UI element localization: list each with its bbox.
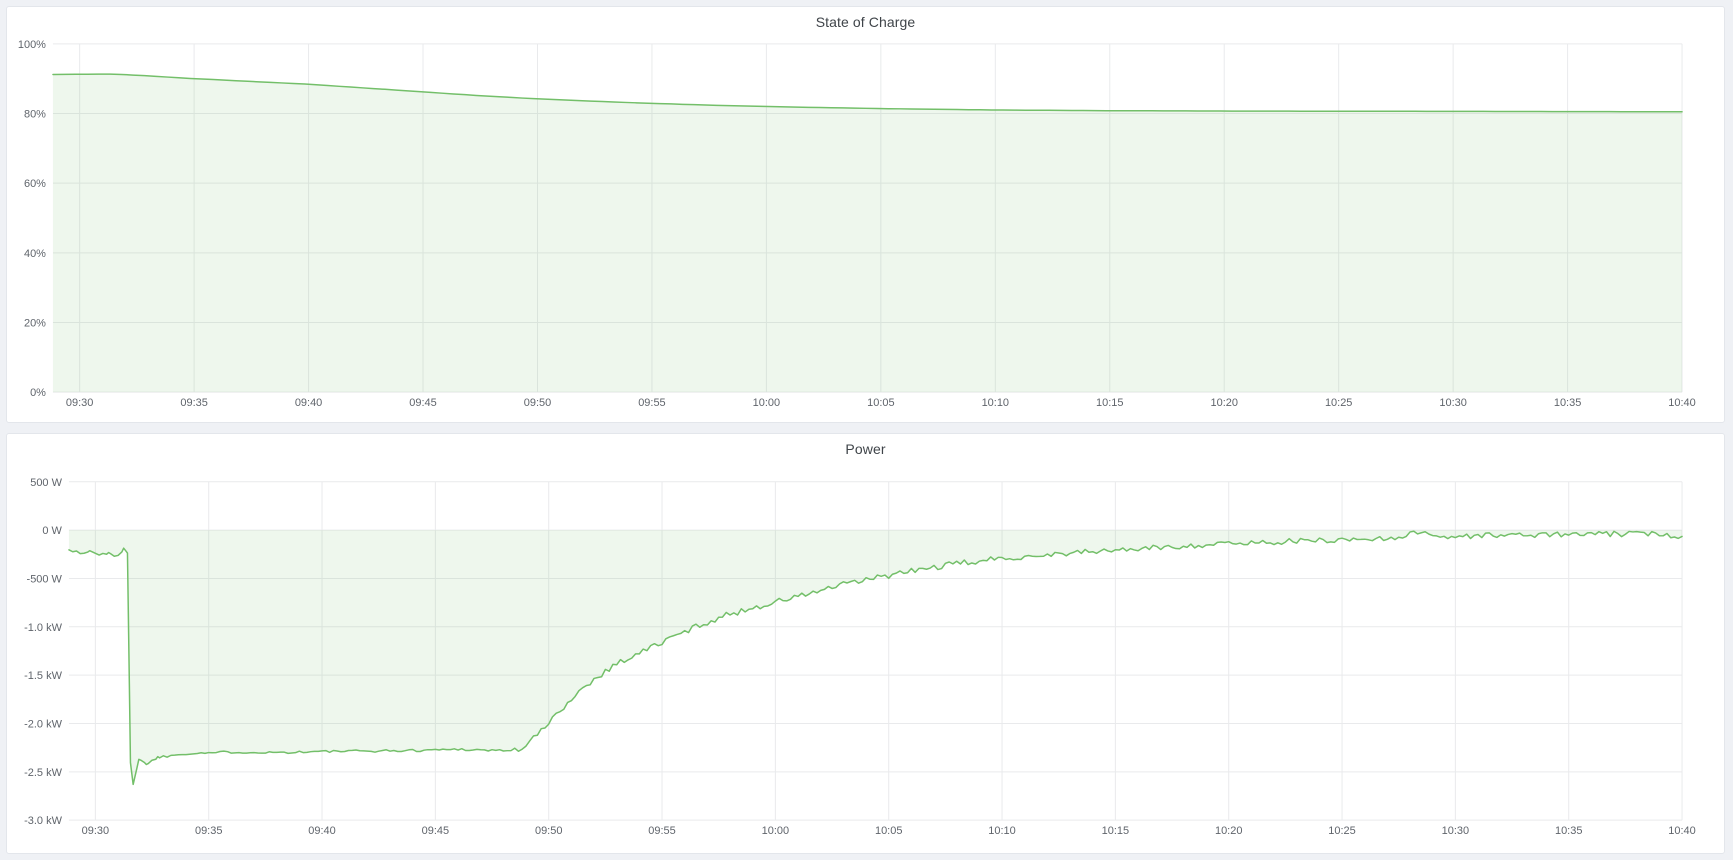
x-tick-label: 10:00 — [753, 397, 780, 409]
panel-header-state-of-charge[interactable]: State of Charge — [7, 7, 1724, 37]
y-tick-label: -2.0 kW — [24, 718, 62, 730]
x-tick-label: 10:25 — [1325, 397, 1352, 409]
x-tick-label: 10:05 — [867, 397, 894, 409]
x-tick-label: 09:50 — [524, 397, 551, 409]
x-tick-label: 10:30 — [1439, 397, 1466, 409]
y-tick-label: 100% — [18, 39, 46, 51]
x-tick-label: 10:15 — [1102, 825, 1129, 837]
y-tick-label: -2.5 kW — [24, 767, 62, 779]
series-area — [53, 74, 1682, 392]
x-tick-label: 10:15 — [1096, 397, 1123, 409]
chart-canvas-state-of-charge[interactable]: 100% 80% 60% 40% 20% 0% 09:30 09:35 09:40 09:45 09… — [7, 7, 1724, 422]
x-tick-label: 09:45 — [409, 397, 436, 409]
x-tick-label: 10:35 — [1555, 825, 1582, 837]
x-tick-label: 09:50 — [535, 825, 562, 837]
y-tick-label: 0% — [30, 387, 46, 399]
y-tick-label: 60% — [24, 178, 46, 190]
x-tick-label: 09:30 — [66, 397, 93, 409]
x-tick-label: 10:25 — [1328, 825, 1355, 837]
x-tick-label: 09:40 — [295, 397, 322, 409]
dashboard: State of Charge 100% 80% 60% 40% 20% 0% 09:30 0… — [0, 0, 1733, 860]
state-of-charge-chart[interactable]: 100% 80% 60% 40% 20% 0% 09:30 09:35 09:40 09:45 09… — [7, 7, 1724, 422]
y-tick-label: -1.5 kW — [24, 670, 62, 682]
x-tick-label: 10:05 — [875, 825, 902, 837]
chart-canvas-power[interactable]: 500 W 0 W -500 W -1.0 kW -1.5 kW -2.0 kW -2.5 … — [7, 434, 1724, 853]
x-tick-label: 10:20 — [1215, 825, 1242, 837]
y-tick-label: -1.0 kW — [24, 622, 62, 634]
x-tick-label: 10:40 — [1668, 397, 1695, 409]
x-tick-label: 09:30 — [82, 825, 109, 837]
x-tick-label: 10:40 — [1668, 825, 1695, 837]
x-tick-label: 09:40 — [308, 825, 335, 837]
y-tick-label: 500 W — [30, 477, 62, 489]
series-area — [69, 530, 1682, 784]
x-tick-label: 09:55 — [648, 825, 675, 837]
x-tick-label: 10:35 — [1554, 397, 1581, 409]
y-tick-label: 80% — [24, 108, 46, 120]
x-tick-label: 10:30 — [1442, 825, 1469, 837]
x-tick-label: 09:45 — [422, 825, 449, 837]
panel-header-power[interactable]: Power — [7, 434, 1724, 464]
x-tick-label: 10:10 — [988, 825, 1015, 837]
x-tick-label: 09:35 — [195, 825, 222, 837]
panel-state-of-charge: State of Charge 100% 80% 60% 40% 20% 0% 09:30 0… — [6, 6, 1725, 423]
y-tick-label: -3.0 kW — [24, 815, 62, 827]
x-tick-label: 09:35 — [180, 397, 207, 409]
x-tick-label: 10:20 — [1210, 397, 1237, 409]
x-tick-label: 10:00 — [762, 825, 789, 837]
panel-title: Power — [845, 441, 885, 457]
y-tick-label: 20% — [24, 317, 46, 329]
y-tick-label: 40% — [24, 248, 46, 260]
y-tick-label: 0 W — [42, 525, 62, 537]
x-tick-label: 10:10 — [982, 397, 1009, 409]
panel-title: State of Charge — [816, 14, 916, 30]
power-chart[interactable]: 500 W 0 W -500 W -1.0 kW -1.5 kW -2.0 kW -2.5 … — [7, 434, 1724, 853]
y-tick-label: -500 W — [27, 573, 63, 585]
x-tick-label: 09:55 — [638, 397, 665, 409]
panel-power: Power 500 W 0 W -500 W -1.0 kW -1.5 kW -2.0 k… — [6, 433, 1725, 854]
